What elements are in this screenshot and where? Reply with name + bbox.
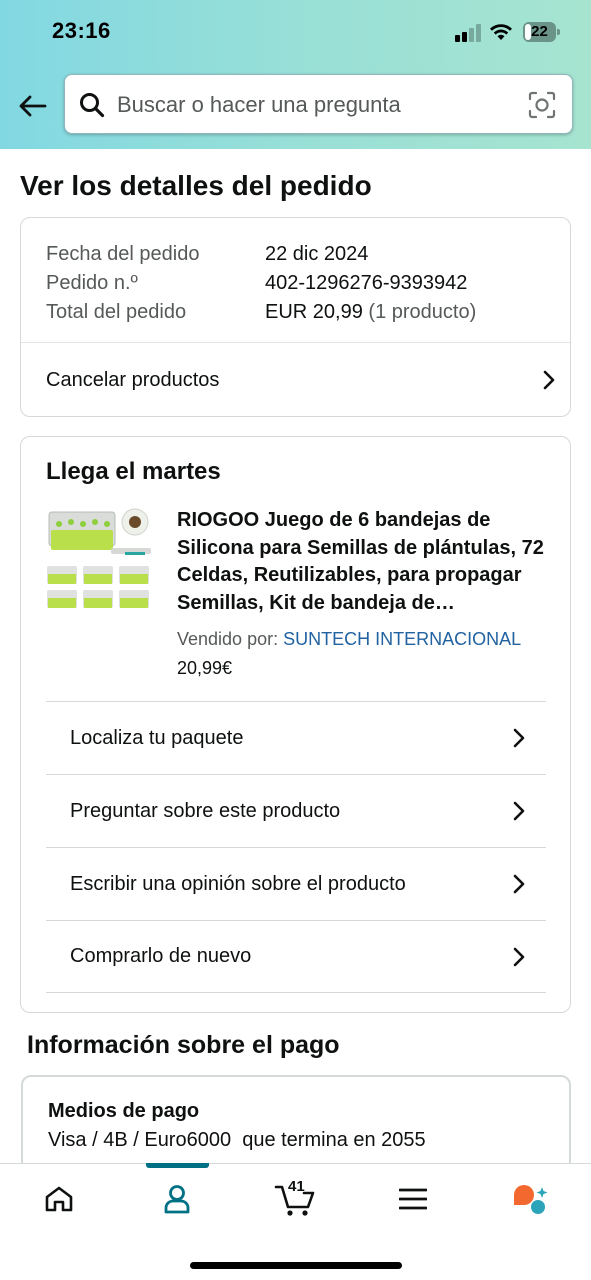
order-total-label: Total del pedido <box>46 301 187 323</box>
nav-cart[interactable]: 41 <box>236 1164 354 1234</box>
order-date-row: Fecha del pedido 22 dic 2024 <box>46 240 476 269</box>
camera-scan-icon[interactable] <box>527 90 557 120</box>
ask-product-question-link[interactable]: Preguntar sobre este producto <box>46 774 546 847</box>
seller-prefix: Vendido por: <box>177 629 279 649</box>
buy-again-label: Comprarlo de nuevo <box>70 945 252 967</box>
buy-again-link[interactable]: Comprarlo de nuevo <box>46 920 546 993</box>
cancel-products-label: Cancelar productos <box>46 368 220 391</box>
delivery-card: Llega el martes RIOGOO Juego de 6 bandej… <box>20 436 571 1013</box>
order-total-value-wrap: EUR 20,99 (1 producto) <box>265 298 476 327</box>
chevron-right-icon <box>513 874 525 894</box>
search-icon <box>80 93 105 118</box>
product-image[interactable] <box>45 504 155 614</box>
seller-link[interactable]: SUNTECH INTERNACIONAL <box>283 629 521 649</box>
order-total-value: EUR 20,99 <box>265 301 363 323</box>
payment-section-title: Información sobre el pago <box>27 1031 340 1059</box>
nav-account[interactable] <box>118 1164 236 1234</box>
status-bar: 23:16 22 <box>0 0 591 64</box>
payment-method-value: Visa / 4B / Euro6000 que termina en 2055 <box>48 1129 426 1151</box>
order-summary-card: Fecha del pedido 22 dic 2024 Pedido n.º … <box>20 217 571 417</box>
search-bar[interactable] <box>64 74 573 134</box>
header-background: 23:16 22 <box>0 0 591 149</box>
chevron-right-icon <box>543 370 555 390</box>
payment-method-label: Medios de pago <box>48 1100 200 1122</box>
bottom-nav: 41 <box>0 1163 591 1280</box>
product-actions: Localiza tu paquete Preguntar sobre este… <box>46 701 546 993</box>
chevron-right-icon <box>513 728 525 748</box>
order-total-row: Total del pedido EUR 20,99 (1 producto) <box>46 298 476 327</box>
arrow-left-icon <box>19 95 47 117</box>
page-title: Ver los detalles del pedido <box>20 170 372 201</box>
battery-indicator: 22 <box>523 22 560 42</box>
nav-menu[interactable] <box>354 1164 472 1234</box>
home-indicator <box>190 1262 402 1269</box>
nav-home[interactable] <box>0 1164 118 1234</box>
order-date-value: 22 dic 2024 <box>265 243 369 265</box>
rufus-ai-icon <box>514 1185 548 1214</box>
wifi-icon <box>490 24 512 40</box>
product-title-link[interactable]: RIOGOO Juego de 6 bandejas de Silicona p… <box>177 507 552 617</box>
chevron-right-icon <box>513 947 525 966</box>
back-button[interactable] <box>14 88 50 124</box>
chevron-right-icon <box>513 801 525 821</box>
delivery-title: Llega el martes <box>46 458 221 485</box>
home-icon <box>45 1186 73 1212</box>
battery-percent: 22 <box>531 23 548 40</box>
menu-icon <box>399 1188 427 1210</box>
product-price: 20,99€ <box>177 658 233 678</box>
status-time: 23:16 <box>52 18 111 43</box>
write-review-link[interactable]: Escribir una opinión sobre el producto <box>46 847 546 920</box>
order-number-row: Pedido n.º 402-1296276-9393942 <box>46 269 476 298</box>
order-date-label: Fecha del pedido <box>46 243 200 265</box>
ask-product-question-label: Preguntar sobre este producto <box>70 799 341 822</box>
nav-rufus[interactable] <box>472 1164 590 1234</box>
seller-info: Vendido por: SUNTECH INTERNACIONAL <box>177 629 521 650</box>
track-package-link[interactable]: Localiza tu paquete <box>46 701 546 774</box>
order-item-count: (1 producto) <box>368 301 477 323</box>
cellular-signal-icon <box>455 22 483 42</box>
order-number-label: Pedido n.º <box>46 272 138 294</box>
cancel-products-link[interactable]: Cancelar productos <box>46 343 556 417</box>
order-summary-rows: Fecha del pedido 22 dic 2024 Pedido n.º … <box>46 240 476 327</box>
order-number-value: 402-1296276-9393942 <box>265 272 468 294</box>
write-review-label: Escribir una opinión sobre el producto <box>70 872 406 895</box>
account-icon <box>164 1185 190 1214</box>
cart-count-badge: 41 <box>288 1178 305 1195</box>
search-input[interactable] <box>117 87 517 123</box>
track-package-label: Localiza tu paquete <box>70 726 244 749</box>
